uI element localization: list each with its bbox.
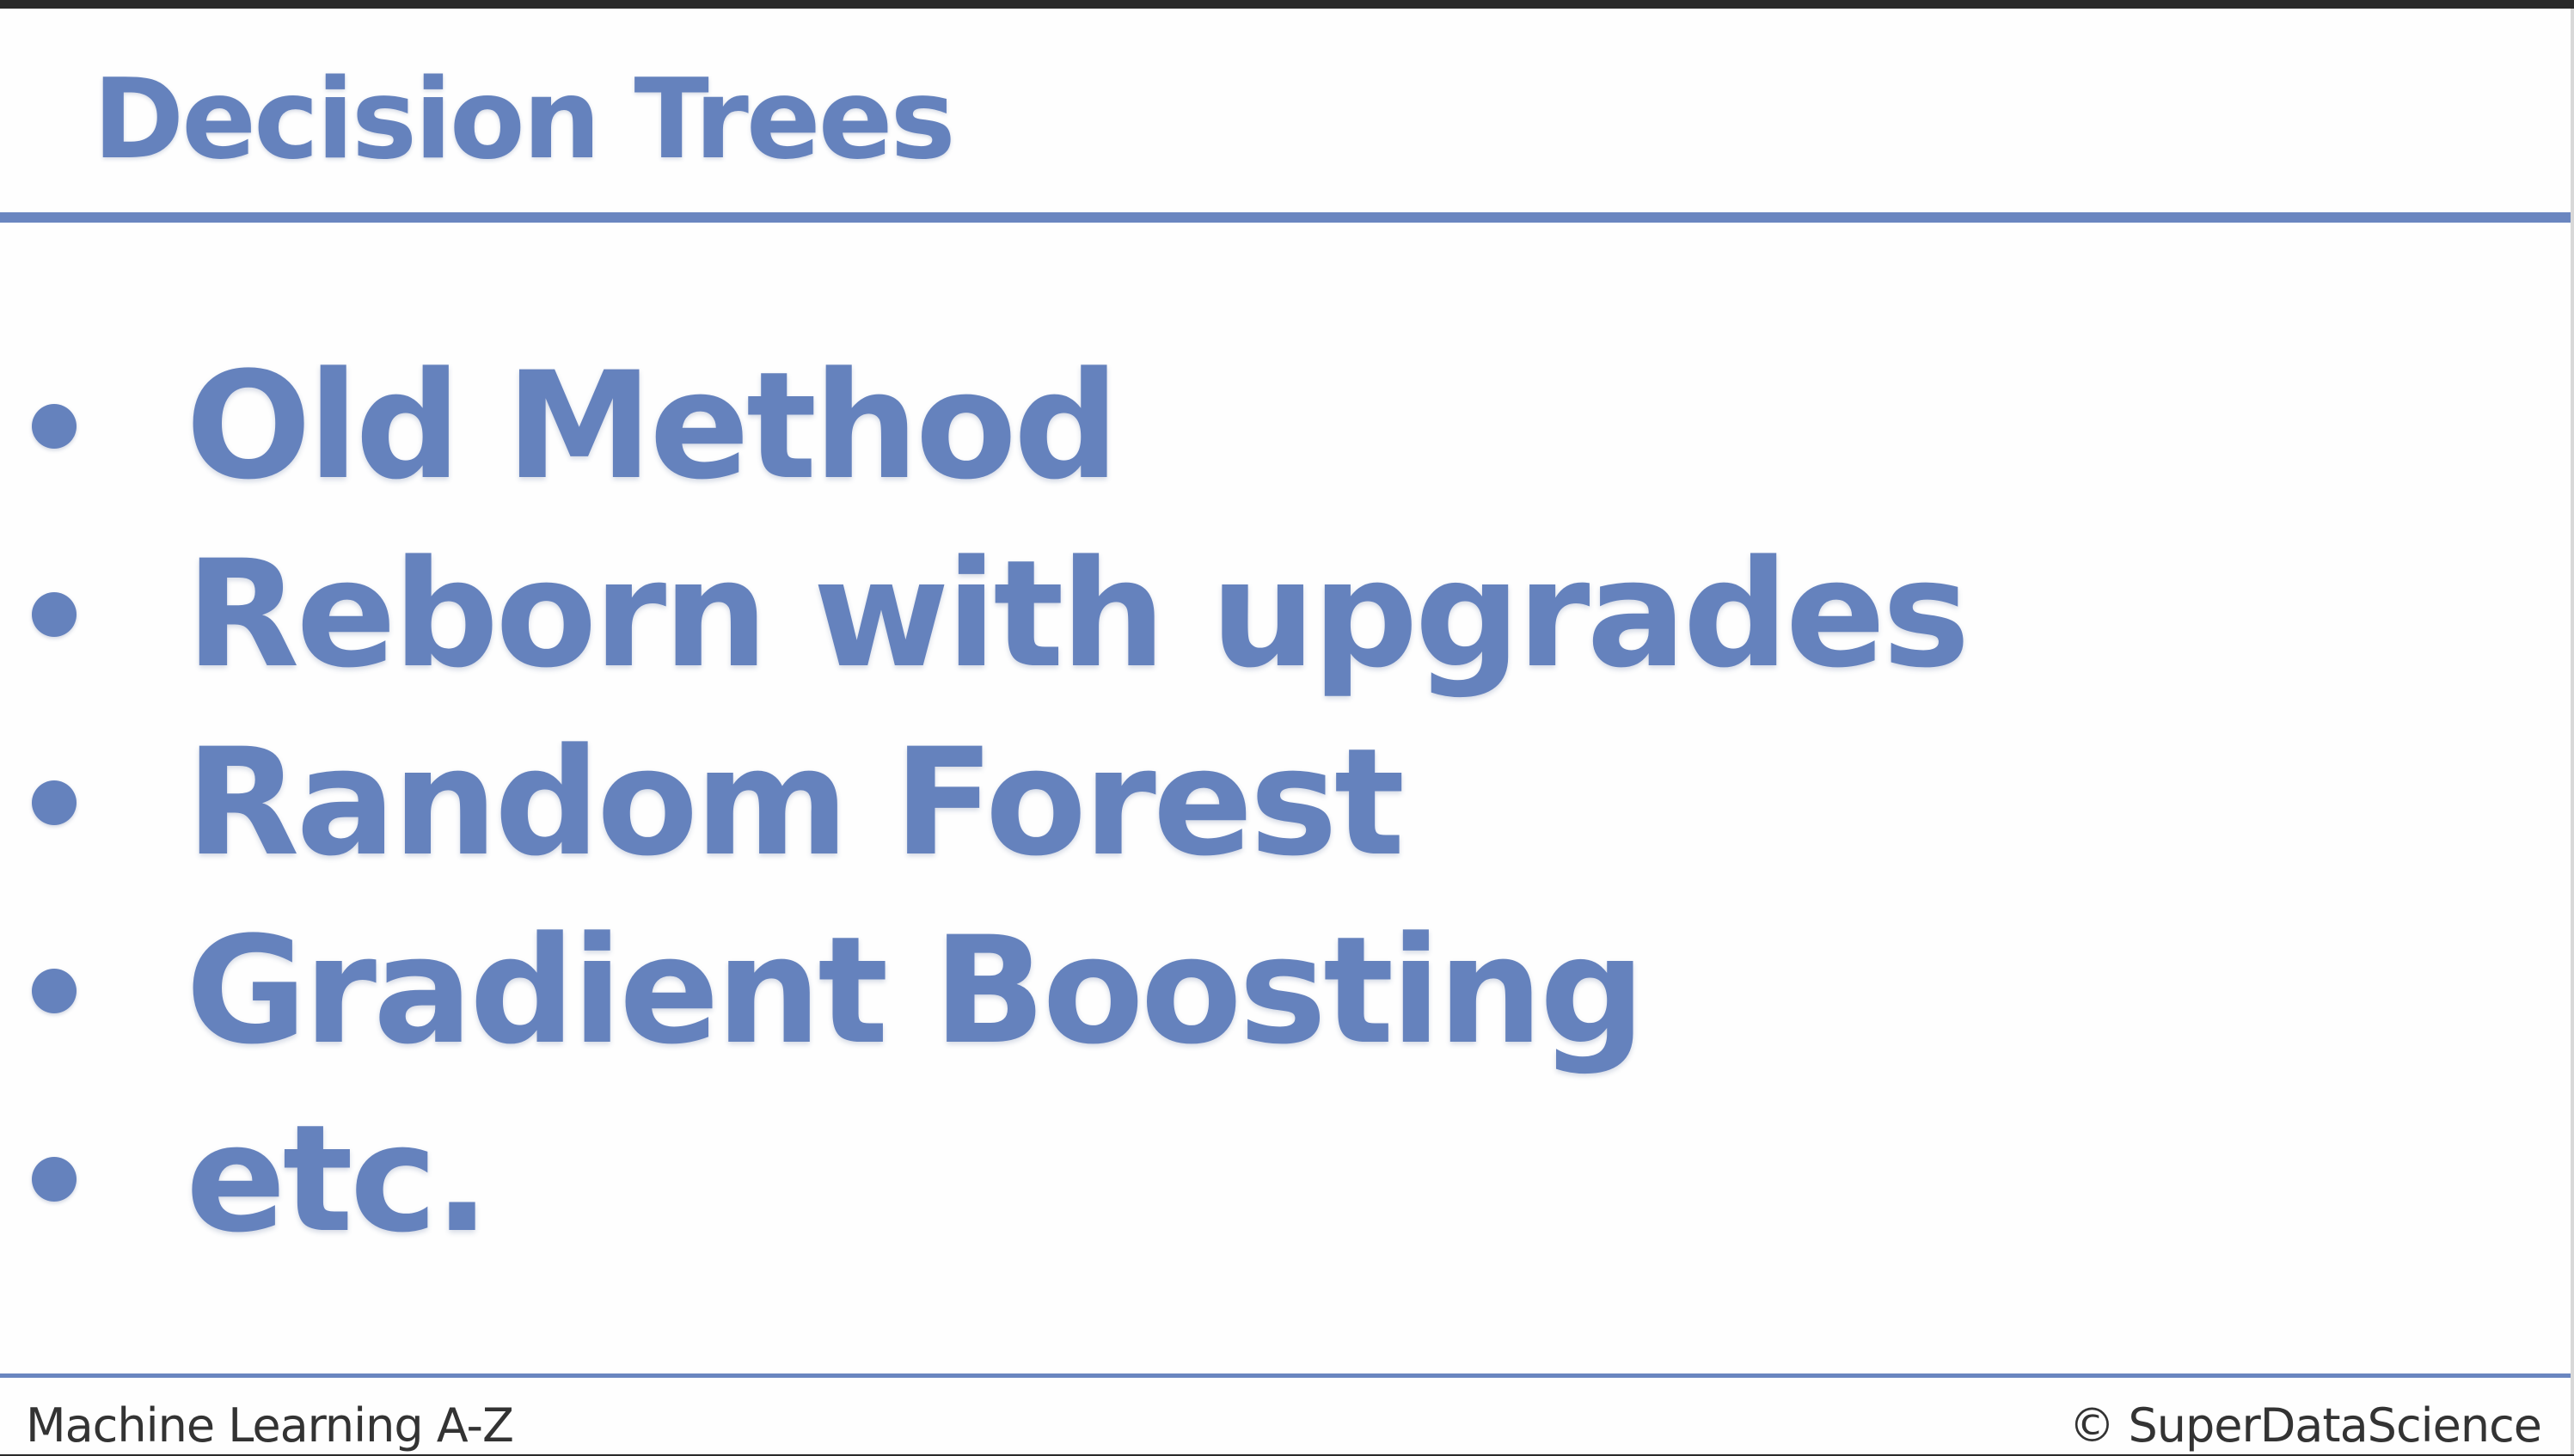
bullet-dot-icon [32, 780, 77, 825]
title-divider [0, 212, 2571, 223]
bullet-item: Random Forest [0, 710, 2407, 898]
bullet-item: etc. [0, 1086, 2407, 1275]
footer-copyright: © SuperDataScience [2068, 1398, 2542, 1453]
bullet-item: Gradient Boosting [0, 898, 2407, 1086]
bullet-text: Old Method [186, 340, 1119, 512]
bullet-dot-icon [32, 592, 77, 637]
bullet-item: Old Method [0, 333, 2407, 522]
bullet-dot-icon [32, 969, 77, 1013]
bullet-dot-icon [32, 1157, 77, 1202]
bullet-list: Old Method Reborn with upgrades Random F… [0, 333, 2407, 1275]
bullet-dot-icon [32, 404, 77, 449]
bullet-text: Random Forest [186, 716, 1405, 889]
footer-divider [0, 1373, 2571, 1378]
bullet-text: Gradient Boosting [186, 904, 1646, 1077]
bullet-text: etc. [186, 1092, 490, 1265]
slide-title: Decision Trees [93, 56, 956, 184]
bullet-item: Reborn with upgrades [0, 522, 2407, 710]
bullet-text: Reborn with upgrades [186, 528, 1970, 700]
footer-course-name: Machine Learning A-Z [26, 1398, 514, 1453]
slide: Decision Trees Old Method Reborn with up… [0, 9, 2574, 1454]
